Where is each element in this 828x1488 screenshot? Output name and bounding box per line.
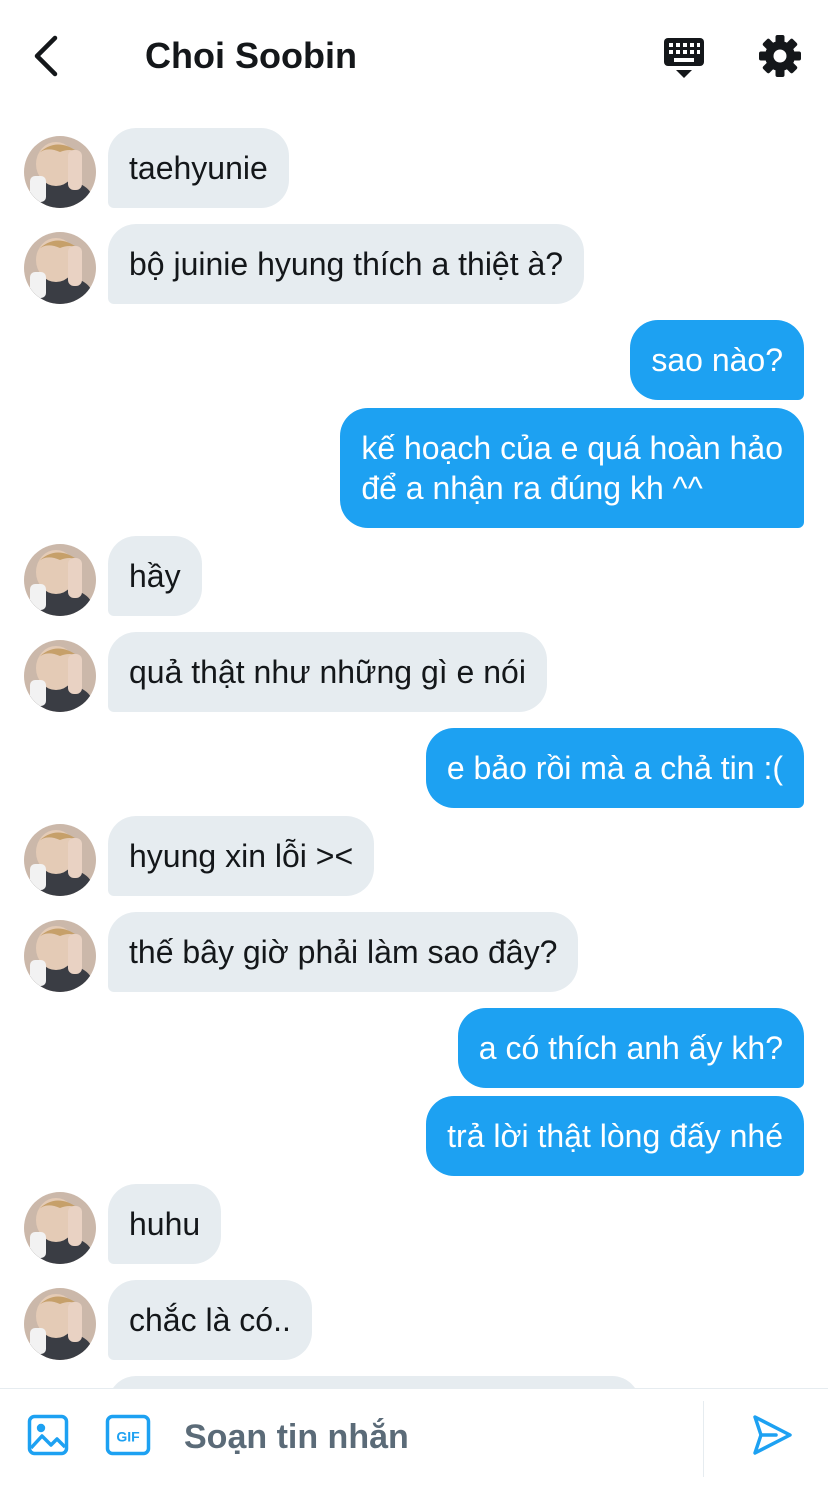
message-row: quả thật như những gì e nói <box>0 632 828 712</box>
send-icon <box>753 1415 792 1455</box>
message-list[interactable]: taehyunie bộ juinie hyung thích a thiệt … <box>0 112 828 1388</box>
incoming-message[interactable]: chắc là có.. <box>108 1280 312 1360</box>
avatar[interactable] <box>24 640 96 712</box>
message-row: kế hoạch của e quá hoàn hảo để a nhận ra… <box>0 408 828 528</box>
message-composer: GIF <box>0 1388 828 1488</box>
avatar[interactable] <box>24 920 96 992</box>
incoming-message[interactable]: thế bây giờ phải làm sao đây? <box>108 912 579 992</box>
back-button[interactable] <box>24 32 68 80</box>
keyboard-button[interactable] <box>660 34 708 80</box>
incoming-message[interactable]: taehyunie <box>108 128 289 208</box>
settings-button[interactable] <box>756 32 804 80</box>
incoming-message[interactable]: hyung xin lỗi >< <box>108 816 375 896</box>
add-gif-button[interactable]: GIF <box>104 1413 152 1457</box>
avatar-photo <box>24 920 96 992</box>
incoming-message[interactable]: hầy <box>108 536 202 616</box>
message-input[interactable] <box>184 1417 684 1457</box>
add-image-button[interactable] <box>26 1413 70 1457</box>
message-row: huhu <box>0 1184 828 1264</box>
message-row: bộ juinie hyung thích a thiệt à? <box>0 224 828 304</box>
message-row: e bảo rồi mà a chả tin :( <box>0 728 828 808</box>
outgoing-message[interactable]: sao nào? <box>630 320 804 400</box>
message-row <box>0 1376 828 1388</box>
incoming-message[interactable]: quả thật như những gì e nói <box>108 632 547 712</box>
avatar-photo <box>24 824 96 896</box>
message-row: chắc là có.. <box>0 1280 828 1360</box>
avatar[interactable] <box>24 136 96 208</box>
chevron-left-icon <box>34 35 58 77</box>
gif-label: GIF <box>116 1429 140 1445</box>
avatar[interactable] <box>24 1192 96 1264</box>
outgoing-message[interactable]: trả lời thật lòng đấy nhé <box>426 1096 804 1176</box>
outgoing-message[interactable]: a có thích anh ấy kh? <box>457 1008 804 1088</box>
message-row: taehyunie <box>0 128 828 208</box>
conversation-title: Choi Soobin <box>145 35 357 76</box>
gif-icon: GIF <box>105 1414 151 1456</box>
message-row: sao nào? <box>0 320 828 400</box>
message-row: hyung xin lỗi >< <box>0 816 828 896</box>
image-icon <box>27 1414 69 1456</box>
message-row: hầy <box>0 536 828 616</box>
avatar[interactable] <box>24 232 96 304</box>
avatar[interactable] <box>24 1288 96 1360</box>
avatar-photo <box>24 232 96 304</box>
avatar-photo <box>24 136 96 208</box>
avatar-photo <box>24 1288 96 1360</box>
gear-icon <box>759 35 801 77</box>
send-button[interactable] <box>748 1411 796 1459</box>
incoming-message[interactable] <box>108 1376 640 1388</box>
divider <box>703 1401 704 1477</box>
avatar-photo <box>24 1192 96 1264</box>
avatar-photo <box>24 640 96 712</box>
keyboard-icon <box>664 38 704 78</box>
conversation-header: Choi Soobin <box>0 0 828 112</box>
outgoing-message[interactable]: kế hoạch của e quá hoàn hảo để a nhận ra… <box>340 408 804 528</box>
message-row: a có thích anh ấy kh? <box>0 1008 828 1088</box>
avatar[interactable] <box>24 544 96 616</box>
incoming-message[interactable]: bộ juinie hyung thích a thiệt à? <box>108 224 585 304</box>
outgoing-message[interactable]: e bảo rồi mà a chả tin :( <box>425 728 804 808</box>
incoming-message[interactable]: huhu <box>108 1184 222 1264</box>
message-row: trả lời thật lòng đấy nhé <box>0 1096 828 1176</box>
avatar-photo <box>24 544 96 616</box>
message-row: thế bây giờ phải làm sao đây? <box>0 912 828 992</box>
avatar[interactable] <box>24 824 96 896</box>
